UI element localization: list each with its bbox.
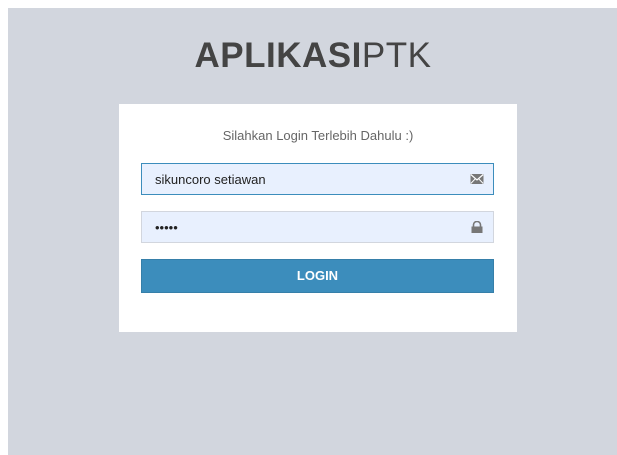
login-page: APLIKASIPTK Silahkan Login Terlebih Dahu…	[8, 8, 617, 455]
logo-light-text: PTK	[361, 36, 432, 75]
username-field[interactable]	[141, 163, 494, 195]
password-input[interactable]	[142, 212, 465, 242]
username-input[interactable]	[142, 164, 465, 194]
logo-bold-text: APLIKASI	[194, 36, 362, 75]
envelope-icon	[470, 174, 484, 184]
lock-icon	[471, 221, 483, 233]
login-message: Silahkan Login Terlebih Dahulu :)	[222, 128, 414, 143]
app-logo[interactable]: APLIKASIPTK	[53, 36, 573, 76]
login-button[interactable]: LOGIN	[141, 259, 494, 293]
password-field[interactable]	[141, 211, 494, 243]
login-box: Silahkan Login Terlebih Dahulu :) LOGIN	[119, 104, 517, 332]
